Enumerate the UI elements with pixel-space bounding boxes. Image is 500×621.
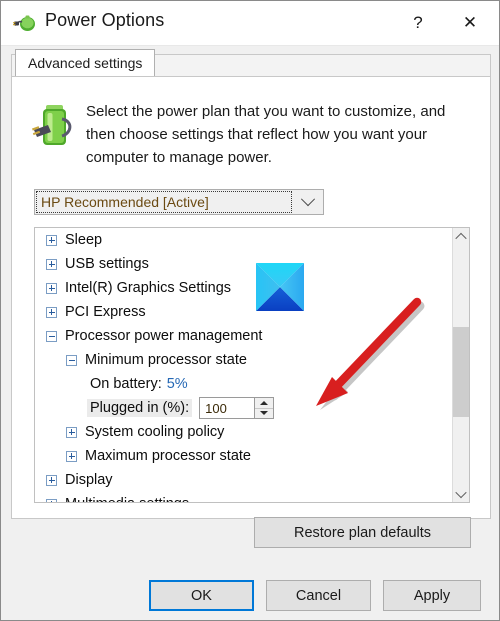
cancel-button[interactable]: Cancel: [266, 580, 371, 611]
tab-strip: Advanced settings: [11, 49, 491, 77]
spinner-up-icon[interactable]: [255, 398, 273, 408]
tree-row-value[interactable]: 5%: [167, 376, 188, 392]
tree-row[interactable]: Processor power management: [35, 324, 452, 348]
tree-row[interactable]: Multimedia settings: [35, 492, 452, 502]
chevron-down-icon[interactable]: [293, 190, 323, 214]
tree-row[interactable]: System cooling policy: [35, 420, 452, 444]
expand-icon[interactable]: [46, 258, 57, 270]
help-button[interactable]: ?: [395, 1, 441, 45]
advanced-settings-tree: Sleep USB settings Intel(R) Graphics Setti…: [34, 227, 470, 503]
dialog-footer: OK Cancel Apply: [1, 561, 499, 620]
tree-row-label: Plugged in (%):: [87, 399, 193, 417]
tree-row-label: Display: [65, 472, 113, 488]
power-plug-battery-icon: [13, 15, 35, 31]
tree-rows-container: Sleep USB settings Intel(R) Graphics Setti…: [35, 228, 452, 502]
expand-icon[interactable]: [46, 234, 57, 246]
expand-icon[interactable]: [46, 498, 57, 502]
advanced-settings-panel: Select the power plan that you want to c…: [11, 76, 491, 519]
selected-plan-label: HP Recommended [Active]: [41, 194, 209, 210]
scroll-up-icon[interactable]: [453, 228, 469, 245]
intel-graphics-icon: [256, 263, 304, 311]
combobox-focus-rect: HP Recommended [Active]: [36, 191, 292, 213]
tree-row-label: Minimum processor state: [85, 352, 247, 368]
tree-row-label: System cooling policy: [85, 424, 225, 440]
tree-row[interactable]: USB settings: [35, 252, 452, 276]
tree-vertical-scrollbar[interactable]: [452, 228, 469, 502]
tree-row[interactable]: Plugged in (%): 100: [35, 396, 452, 420]
expand-icon[interactable]: [46, 306, 57, 318]
tree-row[interactable]: Maximum processor state: [35, 444, 452, 468]
tree-row[interactable]: Sleep: [35, 228, 452, 252]
tree-row-label: On battery:: [90, 376, 162, 392]
tab-advanced-settings[interactable]: Advanced settings: [15, 49, 156, 76]
collapse-icon[interactable]: [46, 330, 57, 342]
power-options-dialog: Power Options ? ✕ Advanced settings Sele…: [0, 0, 500, 621]
processor-state-spinner[interactable]: 100: [199, 397, 275, 419]
tree-row-label: Sleep: [65, 232, 103, 248]
scroll-down-icon[interactable]: [453, 485, 469, 502]
spinner-down-icon[interactable]: [255, 407, 274, 419]
expand-icon[interactable]: [66, 450, 77, 462]
ok-button[interactable]: OK: [149, 580, 254, 611]
plugged-in-percent-input[interactable]: 100: [199, 397, 255, 419]
close-icon[interactable]: ✕: [447, 1, 493, 45]
tree-row-label: Intel(R) Graphics Settings: [65, 280, 232, 296]
battery-plug-icon: [32, 105, 72, 145]
expand-icon[interactable]: [66, 426, 77, 438]
expand-icon[interactable]: [46, 282, 57, 294]
tree-row-label: PCI Express: [65, 304, 146, 320]
tree-row-label: USB settings: [65, 256, 149, 272]
collapse-icon[interactable]: [66, 354, 77, 366]
power-plan-combobox[interactable]: HP Recommended [Active]: [34, 189, 324, 215]
tree-row[interactable]: PCI Express: [35, 300, 452, 324]
tree-row[interactable]: Intel(R) Graphics Settings: [35, 276, 452, 300]
panel-description: Select the power plan that you want to c…: [86, 103, 446, 166]
scrollbar-thumb[interactable]: [453, 327, 469, 417]
tree-row[interactable]: On battery: 5%: [35, 372, 452, 396]
expand-icon[interactable]: [46, 474, 57, 486]
tree-row[interactable]: Display: [35, 468, 452, 492]
window-title: Power Options: [45, 10, 165, 30]
tree-row[interactable]: Minimum processor state: [35, 348, 452, 372]
tree-row-label: Maximum processor state: [85, 448, 251, 464]
tree-row-label: Multimedia settings: [65, 496, 189, 502]
restore-plan-defaults-button[interactable]: Restore plan defaults: [254, 517, 471, 548]
spinner-buttons: [254, 397, 275, 419]
tree-row-label: Processor power management: [65, 328, 263, 344]
apply-button[interactable]: Apply: [383, 580, 481, 611]
title-bar: Power Options ? ✕: [1, 1, 499, 46]
